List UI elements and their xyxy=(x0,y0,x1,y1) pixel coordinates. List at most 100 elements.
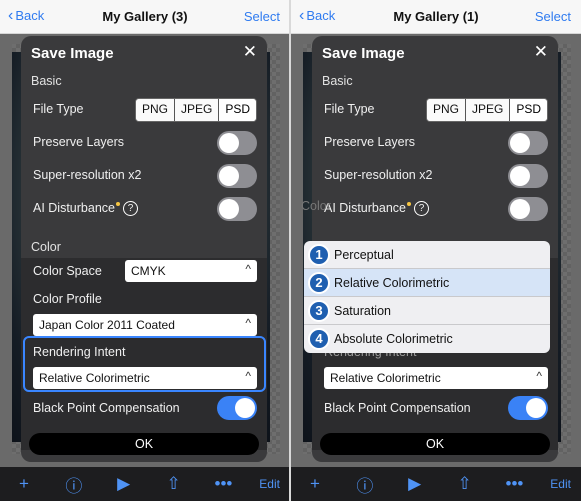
preserve-layers-label: Preserve Layers xyxy=(33,135,125,149)
file-type-psd[interactable]: PSD xyxy=(219,99,256,121)
ai-disturbance-label-wrap: AI Disturbance? xyxy=(324,201,429,217)
file-type-jpeg[interactable]: JPEG xyxy=(465,99,511,121)
toggle-knob xyxy=(510,199,530,219)
toggle-knob xyxy=(235,398,255,418)
super-res-toggle[interactable] xyxy=(217,164,257,188)
save-image-dialog: Save Image ✕ Basic File Type PNG JPEG PS… xyxy=(21,36,267,462)
ok-button[interactable]: OK xyxy=(320,433,550,455)
color-profile-label: Color Profile xyxy=(33,292,102,306)
number-badge: 1 xyxy=(308,244,330,266)
bottom-toolbar: + ⓘ ▶ ⇧ ••• Edit xyxy=(291,467,581,501)
plus-icon[interactable]: + xyxy=(10,474,38,494)
help-icon[interactable]: ? xyxy=(413,201,429,217)
dialog-title: Save Image xyxy=(31,45,114,62)
color-heading: Color xyxy=(31,240,61,254)
file-type-psd[interactable]: PSD xyxy=(510,99,547,121)
file-type-label: File Type xyxy=(33,102,84,116)
super-res-label: Super-resolution x2 xyxy=(324,168,433,182)
help-icon[interactable]: ? xyxy=(122,201,138,217)
more-icon[interactable]: ••• xyxy=(209,474,237,494)
toggle-knob xyxy=(219,199,239,219)
menu-item-label: Perceptual xyxy=(334,248,394,262)
super-res-row: Super-resolution x2 xyxy=(312,160,558,192)
menu-item-label: Absolute Colorimetric xyxy=(334,332,453,346)
chevron-up-icon: ^ xyxy=(245,316,251,330)
ai-disturbance-label: AI Disturbance xyxy=(33,201,115,215)
basic-heading: Basic xyxy=(31,74,62,88)
nav-bar: ‹ Back My Gallery (1) Select xyxy=(291,0,581,34)
ai-disturbance-row: AI Disturbance? xyxy=(21,193,267,225)
toggle-knob xyxy=(219,133,239,153)
info-icon[interactable]: ⓘ xyxy=(60,472,88,497)
file-type-segmented: PNG JPEG PSD xyxy=(134,98,257,122)
color-space-select[interactable]: CMYK ^ xyxy=(125,260,257,282)
ok-button[interactable]: OK xyxy=(29,433,259,455)
super-res-row: Super-resolution x2 xyxy=(21,160,267,192)
basic-section: Basic File Type PNG JPEG PSD Preserve La… xyxy=(21,66,267,258)
rendering-intent-select[interactable]: Relative Colorimetric ^ xyxy=(324,367,548,389)
left-screen: ‹ Back My Gallery (3) Select Save Image … xyxy=(0,0,290,501)
ai-disturbance-label: AI Disturbance xyxy=(324,201,406,215)
menu-item-saturation[interactable]: 3 Saturation xyxy=(304,297,550,325)
edit-button[interactable]: Edit xyxy=(550,477,571,491)
rendering-intent-value: Relative Colorimetric xyxy=(330,371,441,385)
menu-item-label: Saturation xyxy=(334,304,391,318)
preserve-layers-toggle[interactable] xyxy=(508,131,548,155)
share-icon[interactable]: ⇧ xyxy=(160,474,188,494)
basic-section: Basic File Type PNG JPEG PSD Preserve La… xyxy=(312,66,558,258)
file-type-segmented: PNG JPEG PSD xyxy=(425,98,548,122)
rendering-intent-menu: 1 Perceptual 2 Relative Colorimetric 3 S… xyxy=(304,241,550,353)
select-button[interactable]: Select xyxy=(244,9,280,24)
toggle-knob xyxy=(526,398,546,418)
screens: ‹ Back My Gallery (3) Select Save Image … xyxy=(0,0,581,501)
plus-icon[interactable]: + xyxy=(301,474,329,494)
ai-disturbance-toggle[interactable] xyxy=(508,197,548,221)
file-type-row: File Type PNG JPEG PSD xyxy=(312,94,558,126)
close-icon[interactable]: ✕ xyxy=(534,42,548,62)
menu-item-perceptual[interactable]: 1 Perceptual xyxy=(304,241,550,269)
info-icon[interactable]: ⓘ xyxy=(351,472,379,497)
menu-item-label: Relative Colorimetric xyxy=(334,276,450,290)
ai-disturbance-label-wrap: AI Disturbance? xyxy=(33,201,138,217)
file-type-label: File Type xyxy=(324,102,375,116)
color-profile-value: Japan Color 2011 Coated xyxy=(39,318,175,332)
toggle-knob xyxy=(510,166,530,186)
black-point-label: Black Point Compensation xyxy=(324,401,471,415)
color-space-value: CMYK xyxy=(131,264,166,278)
preserve-layers-row: Preserve Layers xyxy=(312,127,558,159)
black-point-toggle[interactable] xyxy=(508,396,548,420)
chevron-up-icon: ^ xyxy=(245,262,251,276)
ai-disturbance-toggle[interactable] xyxy=(217,197,257,221)
bottom-toolbar: + ⓘ ▶ ⇧ ••• Edit xyxy=(0,467,290,501)
preserve-layers-toggle[interactable] xyxy=(217,131,257,155)
color-space-label: Color Space xyxy=(33,264,102,278)
dialog-title: Save Image xyxy=(322,45,405,62)
edit-button[interactable]: Edit xyxy=(259,477,280,491)
color-profile-select[interactable]: Japan Color 2011 Coated ^ xyxy=(33,314,257,336)
number-badge: 4 xyxy=(308,328,330,350)
share-icon[interactable]: ⇧ xyxy=(451,474,479,494)
super-res-toggle[interactable] xyxy=(508,164,548,188)
preserve-layers-row: Preserve Layers xyxy=(21,127,267,159)
close-icon[interactable]: ✕ xyxy=(243,42,257,62)
new-dot-icon xyxy=(115,202,120,206)
play-icon[interactable]: ▶ xyxy=(110,474,138,494)
file-type-png[interactable]: PNG xyxy=(426,99,466,121)
menu-item-absolute-colorimetric[interactable]: 4 Absolute Colorimetric xyxy=(304,325,550,353)
right-screen: ‹ Back My Gallery (1) Select Save Image … xyxy=(291,0,581,501)
select-button[interactable]: Select xyxy=(535,9,571,24)
number-badge: 3 xyxy=(308,300,330,322)
more-icon[interactable]: ••• xyxy=(500,474,528,494)
black-point-toggle[interactable] xyxy=(217,396,257,420)
rendering-intent-highlight xyxy=(23,336,266,392)
black-point-label: Black Point Compensation xyxy=(33,401,180,415)
play-icon[interactable]: ▶ xyxy=(401,474,429,494)
color-heading: Color xyxy=(301,199,331,213)
menu-item-relative-colorimetric[interactable]: 2 Relative Colorimetric xyxy=(304,269,550,297)
file-type-jpeg[interactable]: JPEG xyxy=(174,99,220,121)
file-type-png[interactable]: PNG xyxy=(135,99,175,121)
super-res-label: Super-resolution x2 xyxy=(33,168,142,182)
new-dot-icon xyxy=(406,202,411,206)
number-badge: 2 xyxy=(308,272,330,294)
chevron-up-icon: ^ xyxy=(536,369,542,383)
